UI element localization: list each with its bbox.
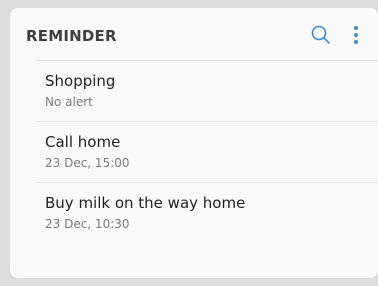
more-options-button[interactable] bbox=[350, 24, 362, 46]
search-icon bbox=[311, 25, 330, 44]
reminder-list: Shopping No alert Call home 23 Dec, 15:0… bbox=[10, 60, 378, 243]
reminder-title: Shopping bbox=[45, 72, 116, 90]
reminder-alert: 23 Dec, 15:00 bbox=[45, 156, 130, 170]
reminder-item-shopping[interactable]: Shopping No alert bbox=[10, 61, 378, 121]
search-button[interactable] bbox=[310, 24, 332, 46]
header: REMINDER bbox=[10, 8, 378, 60]
reminder-title: Call home bbox=[45, 133, 121, 151]
reminder-alert: 23 Dec, 10:30 bbox=[45, 217, 130, 231]
reminder-item-buy-milk[interactable]: Buy milk on the way home 23 Dec, 10:30 bbox=[10, 183, 378, 243]
reminder-item-call-home[interactable]: Call home 23 Dec, 15:00 bbox=[10, 122, 378, 182]
reminder-alert: No alert bbox=[45, 95, 93, 109]
more-vert-icon bbox=[354, 26, 358, 44]
page-title: REMINDER bbox=[26, 27, 117, 45]
reminder-card: REMINDER Shopping No alert Call home 23 … bbox=[10, 8, 378, 278]
reminder-title: Buy milk on the way home bbox=[45, 194, 246, 212]
